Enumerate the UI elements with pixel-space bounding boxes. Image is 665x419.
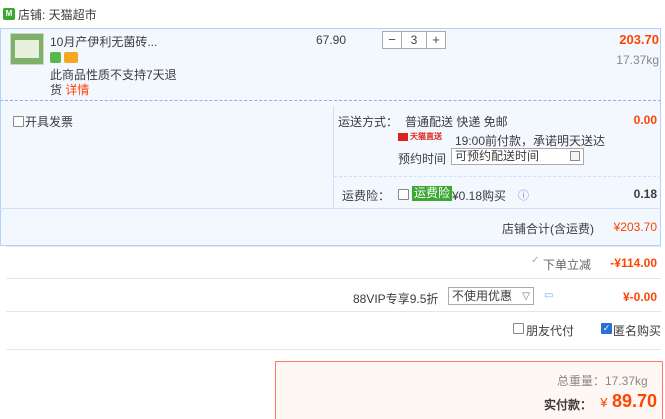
service-badge-icon [50, 52, 61, 63]
vip-select-value: 不使用优惠 [452, 289, 513, 303]
store-total-label: 店铺合计(含运费) [502, 222, 594, 236]
pay-amount-value: 89.70 [611, 391, 657, 411]
extras-divider [6, 311, 661, 312]
shop-header [0, 0, 665, 28]
options-divider [333, 106, 334, 208]
payment-divider [6, 349, 661, 350]
currency-symbol: ¥ [600, 395, 608, 410]
tmall-direct-label: 天猫直送 [410, 132, 442, 141]
vip-label: 88VIP专享9.5折 [353, 292, 439, 306]
vip-discount-select[interactable]: 不使用优惠 ▽ [448, 287, 534, 305]
vip-value: ¥-0.00 [622, 290, 657, 304]
discount-check-icon: ✓ [531, 255, 540, 266]
pay-label: 实付款： [544, 398, 593, 412]
quantity-plus-button[interactable]: + [426, 31, 446, 49]
quantity-stepper: − 3 + [382, 31, 446, 49]
shipping-fee: 0.00 [633, 113, 657, 127]
message-icon[interactable]: ▭ [544, 290, 553, 301]
reserve-time-input[interactable]: 可预约配送时间 [451, 148, 584, 165]
delivery-promise: 19:00前付款，承诺明天送达 [455, 134, 606, 148]
options-separator [0, 208, 661, 209]
reserve-time-placeholder: 可预约配送时间 [455, 149, 540, 163]
quantity-input[interactable]: 3 [402, 31, 426, 49]
dashed-divider [334, 176, 661, 177]
tmall-shop-icon: M [3, 8, 15, 20]
discount-value: -¥114.00 [610, 256, 657, 270]
insurance-price: ¥0.18购买 [452, 189, 507, 203]
return-detail-link[interactable]: 详情 [65, 83, 89, 97]
reserve-time-label: 预约时间 [398, 152, 447, 166]
quantity-minus-button[interactable]: − [382, 31, 402, 49]
item-subtotal: 203.70 [619, 32, 659, 47]
chevron-down-icon: ▽ [522, 291, 530, 302]
item-weight: 17.37kg [616, 53, 659, 67]
product-thumbnail[interactable] [10, 33, 44, 65]
discount-label: 下单立减 [543, 258, 592, 272]
insurance-fee: 0.18 [633, 187, 657, 201]
tmall-direct-icon [398, 133, 408, 141]
store-total-value: ¥203.70 [613, 220, 657, 234]
product-title[interactable]: 10月产伊利无菌砖... [50, 33, 157, 50]
invoice-label[interactable]: 开具发票 [25, 113, 73, 130]
shipping-methods: 普通配送 快递 免邮 [405, 115, 508, 129]
insurance-checkbox[interactable] [398, 189, 409, 200]
invoice-checkbox[interactable] [13, 116, 24, 127]
insurance-label: 运费险： [342, 189, 391, 203]
shop-name[interactable]: 店铺: 天猫超市 [18, 6, 97, 23]
card-badge-icon [64, 52, 78, 63]
return-note: 此商品性质不支持7天退货 详情 [50, 68, 180, 98]
anonymous-checkbox[interactable]: ✓ [601, 323, 612, 334]
insurance-tag: 运费险 [412, 186, 453, 201]
unit-price: 67.90 [316, 33, 347, 47]
friend-pay-checkbox[interactable] [513, 323, 524, 334]
vip-divider [6, 278, 661, 279]
pay-amount: ¥ 89.70 [600, 391, 657, 412]
product-image [15, 40, 39, 58]
friend-pay-label[interactable]: 朋友代付 [526, 322, 574, 339]
shipping-label: 运送方式： [338, 115, 399, 129]
calendar-icon[interactable] [570, 151, 580, 161]
help-icon[interactable]: ⓘ [518, 187, 534, 202]
total-weight: 总重量：17.37kg [557, 374, 648, 388]
discount-divider [6, 246, 661, 247]
anonymous-label[interactable]: 匿名购买 [613, 322, 661, 339]
